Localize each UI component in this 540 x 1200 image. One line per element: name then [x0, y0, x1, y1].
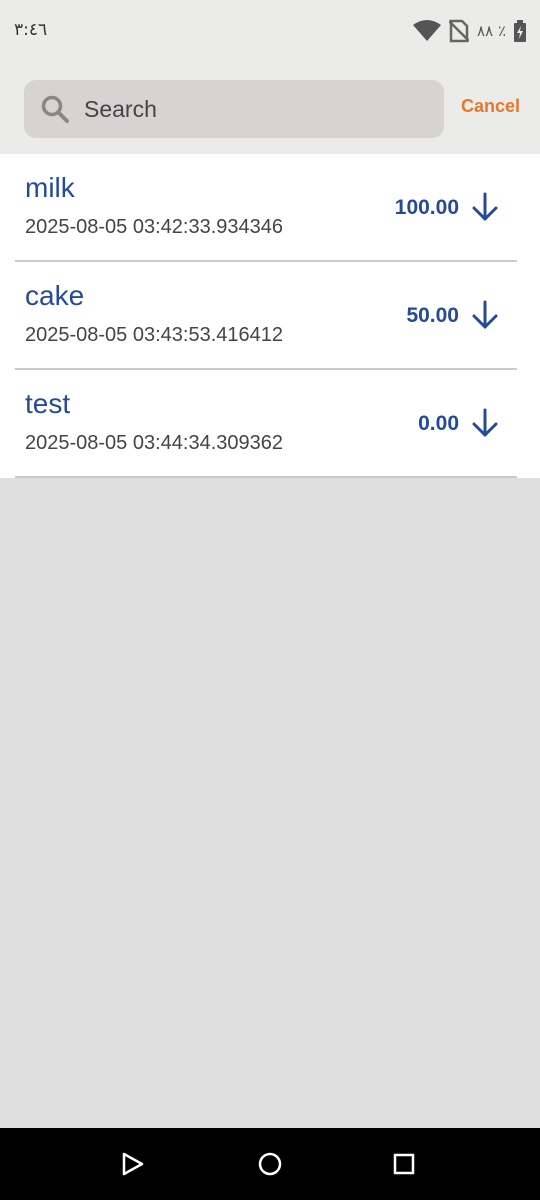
battery-icon: [514, 20, 526, 42]
list-item[interactable]: test 2025-08-05 03:44:34.309362 0.00: [15, 370, 517, 478]
list-item[interactable]: milk 2025-08-05 03:42:33.934346 100.00: [15, 154, 517, 262]
arrow-down-icon[interactable]: [471, 192, 499, 222]
home-icon[interactable]: [256, 1150, 284, 1178]
back-icon[interactable]: [120, 1150, 146, 1178]
item-name: cake: [25, 280, 85, 311]
status-icons: ٨٨ ٪: [413, 19, 526, 43]
item-name: milk: [25, 172, 75, 203]
search-box[interactable]: [24, 80, 444, 138]
item-amount: 50.00: [406, 304, 459, 327]
wifi-icon: [413, 20, 442, 41]
battery-percentage: ٨٨ ٪: [477, 22, 506, 40]
list-item[interactable]: cake 2025-08-05 03:43:53.416412 50.00: [15, 262, 517, 370]
recents-icon[interactable]: [391, 1150, 417, 1178]
search-input[interactable]: [84, 80, 434, 138]
cancel-button[interactable]: Cancel: [461, 96, 520, 117]
item-date: 2025-08-05 03:43:53.416412: [25, 324, 284, 346]
navigation-bar: [0, 1128, 540, 1200]
item-name: test: [25, 388, 71, 419]
item-amount: 100.00: [394, 196, 459, 219]
arrow-down-icon[interactable]: [471, 408, 499, 438]
no-sim-icon: [449, 19, 470, 43]
arrow-down-icon[interactable]: [471, 300, 499, 330]
status-time: ٣:٤٦: [14, 20, 48, 40]
status-bar: ٣:٤٦ ٨٨ ٪: [0, 0, 540, 62]
item-date: 2025-08-05 03:44:34.309362: [25, 432, 284, 454]
search-header: Cancel: [0, 62, 540, 154]
search-icon: [41, 95, 69, 123]
item-amount: 0.00: [418, 412, 459, 435]
item-date: 2025-08-05 03:42:33.934346: [25, 216, 284, 238]
item-list: milk 2025-08-05 03:42:33.934346 100.00 c…: [0, 154, 540, 478]
